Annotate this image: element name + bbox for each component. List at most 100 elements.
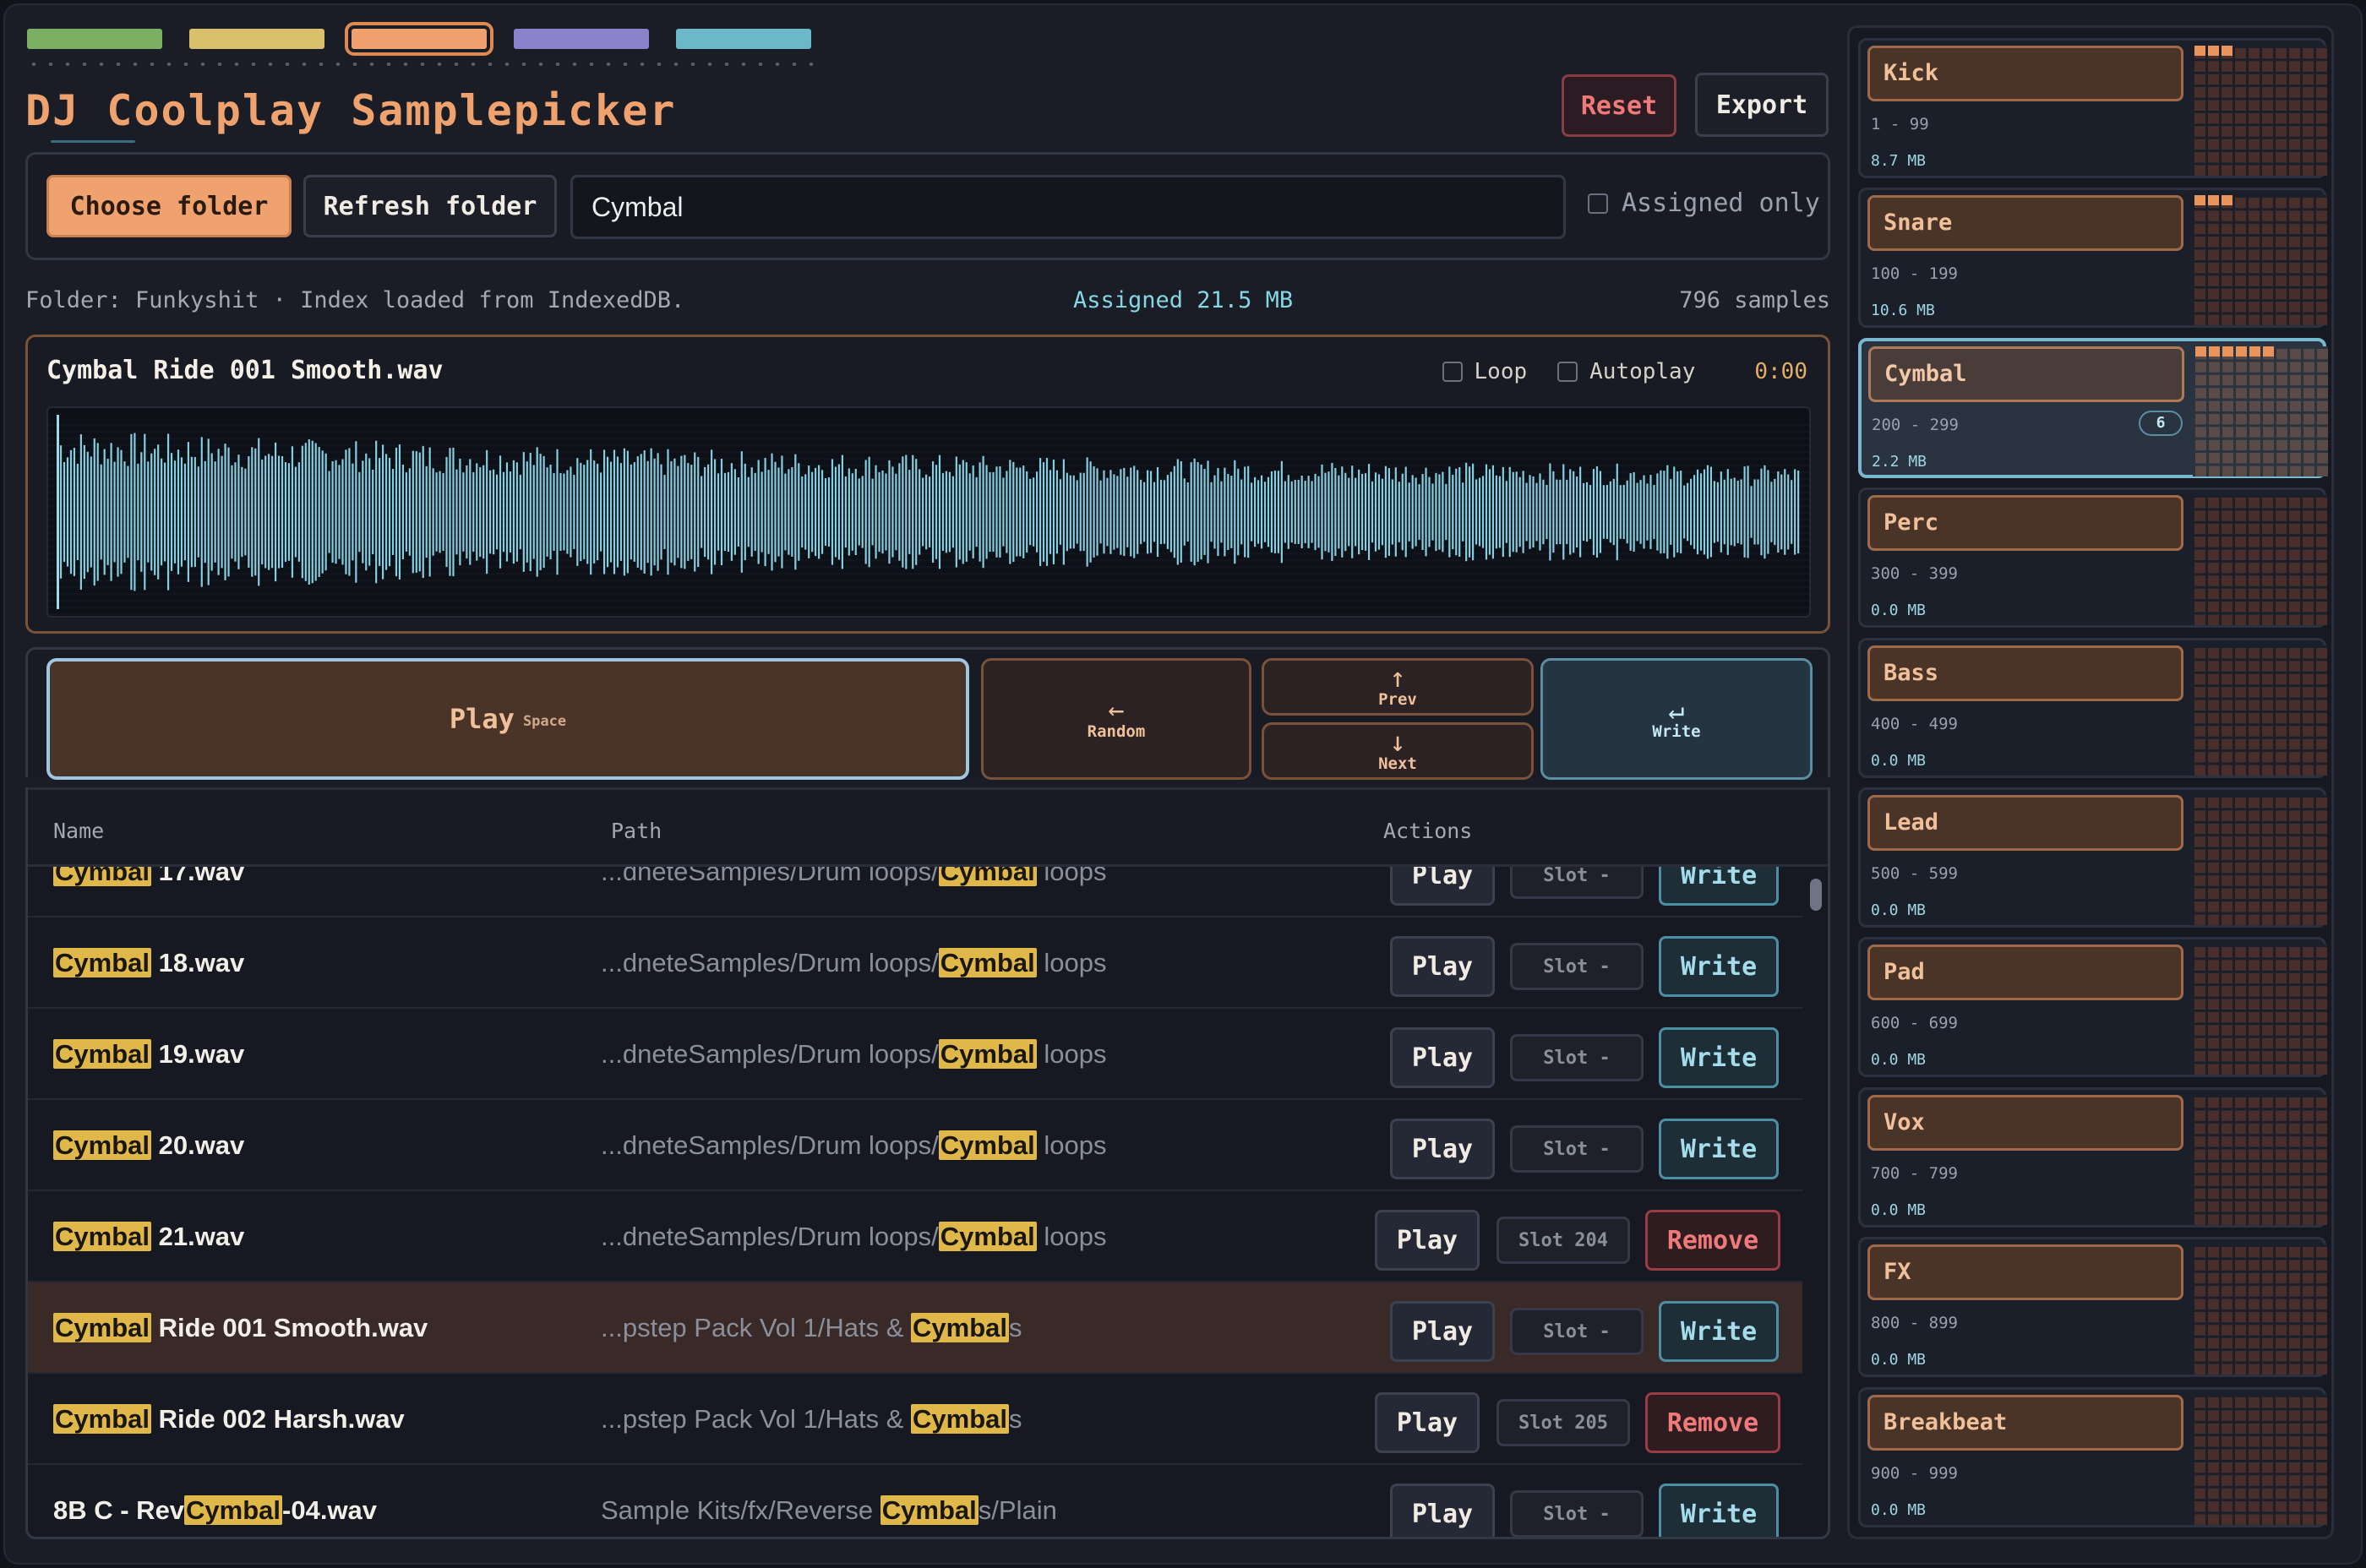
bank-perc[interactable]: Perc 300 - 399 0.0 MB xyxy=(1858,487,2327,629)
assigned-only-checkbox[interactable] xyxy=(1588,193,1608,214)
export-button[interactable]: Export xyxy=(1695,73,1829,137)
bank-snare[interactable]: Snare 100 - 199 10.6 MB xyxy=(1858,188,2327,329)
prev-button[interactable]: ↑ Prev xyxy=(1262,658,1534,716)
row-play-button[interactable]: Play xyxy=(1390,1027,1495,1088)
slot-button[interactable]: Slot 205 xyxy=(1496,1399,1630,1446)
slot-filled[interactable] xyxy=(2208,195,2219,206)
bank-slot-grid[interactable] xyxy=(2193,346,2328,476)
slot-filled[interactable] xyxy=(2236,346,2247,357)
search-input[interactable] xyxy=(570,175,1566,239)
bank-bass[interactable]: Bass 400 - 499 0.0 MB xyxy=(1858,637,2327,778)
slot-filled[interactable] xyxy=(2222,195,2232,206)
table-row[interactable]: Cymbal 17.wav ...dneteSamples/Drum loops/… xyxy=(28,867,1802,917)
loop-checkbox[interactable] xyxy=(1442,362,1463,382)
bank-slot-grid[interactable] xyxy=(2192,1394,2327,1525)
reset-button[interactable]: Reset xyxy=(1562,74,1676,137)
row-write-button[interactable]: Write xyxy=(1659,1027,1779,1088)
slot-filled[interactable] xyxy=(2222,46,2232,56)
bank-slot-grid[interactable] xyxy=(2192,195,2327,326)
refresh-folder-button[interactable]: Refresh folder xyxy=(303,175,557,237)
waveform[interactable] xyxy=(48,408,1809,616)
row-play-button[interactable]: Play xyxy=(1390,1301,1495,1362)
remove-button[interactable]: Remove xyxy=(1645,1210,1780,1271)
bank-label[interactable]: Lead xyxy=(1867,795,2183,851)
bank-slot-grid[interactable] xyxy=(2192,495,2327,626)
row-play-button[interactable]: Play xyxy=(1390,1484,1495,1537)
bank-pad[interactable]: Pad 600 - 699 0.0 MB xyxy=(1858,937,2327,1078)
column-header-name[interactable]: Name xyxy=(53,819,104,843)
slot-button[interactable]: Slot - xyxy=(1510,1308,1644,1355)
slot-filled[interactable] xyxy=(2222,346,2233,357)
scrollbar-thumb[interactable] xyxy=(1810,879,1822,911)
table-row[interactable]: Cymbal 18.wav ...dneteSamples/Drum loops/… xyxy=(28,917,1802,1009)
color-swatch[interactable] xyxy=(189,29,324,49)
bank-label[interactable]: Vox xyxy=(1867,1094,2183,1151)
row-write-button[interactable]: Write xyxy=(1659,1484,1779,1537)
table-row[interactable]: Cymbal 21.wav ...dneteSamples/Drum loops/… xyxy=(28,1191,1802,1282)
bank-fx[interactable]: FX 800 - 899 0.0 MB xyxy=(1858,1237,2327,1378)
row-write-button[interactable]: Write xyxy=(1659,1301,1779,1362)
slot-filled[interactable] xyxy=(2208,46,2219,56)
table-row[interactable]: Cymbal Ride 002 Harsh.wav ...pstep Pack V… xyxy=(28,1374,1802,1465)
slot-filled[interactable] xyxy=(2194,195,2205,206)
row-play-button[interactable]: Play xyxy=(1375,1392,1480,1453)
row-play-button[interactable]: Play xyxy=(1390,936,1495,997)
slot-filled[interactable] xyxy=(2195,346,2206,357)
slot-filled[interactable] xyxy=(2209,346,2220,357)
play-button[interactable]: Play Space xyxy=(46,658,969,780)
bank-slot-grid[interactable] xyxy=(2192,1244,2327,1375)
row-play-button[interactable]: Play xyxy=(1375,1210,1480,1271)
bank-vox[interactable]: Vox 700 - 799 0.0 MB xyxy=(1858,1086,2327,1228)
row-play-button[interactable]: Play xyxy=(1390,867,1495,906)
color-swatch[interactable] xyxy=(676,29,811,49)
next-button[interactable]: ↓ Next xyxy=(1262,722,1534,780)
autoplay-checkbox[interactable] xyxy=(1557,362,1578,382)
slot-filled[interactable] xyxy=(2249,346,2260,357)
bank-kick[interactable]: Kick 1 - 99 8.7 MB xyxy=(1858,38,2327,178)
bank-label[interactable]: Pad xyxy=(1867,945,2183,1001)
write-button[interactable]: ↵ Write xyxy=(1540,658,1813,780)
bank-slot-grid[interactable] xyxy=(2192,1094,2327,1225)
waveform-display[interactable] xyxy=(46,406,1811,618)
assigned-only-toggle[interactable]: Assigned only xyxy=(1588,188,1820,218)
random-button[interactable]: ← Random xyxy=(981,658,1251,780)
bank-slot-grid[interactable] xyxy=(2192,46,2327,176)
bank-slot-grid[interactable] xyxy=(2192,945,2327,1075)
bank-lead[interactable]: Lead 500 - 599 0.0 MB xyxy=(1858,787,2327,928)
row-write-button[interactable]: Write xyxy=(1659,1119,1779,1179)
table-row[interactable]: Cymbal Ride 001 Smooth.wav ...pstep Pack … xyxy=(28,1282,1802,1374)
column-header-path[interactable]: Path xyxy=(611,819,662,843)
table-row[interactable]: 8B C - RevCymbal-04.wav Sample Kits/fx/Re… xyxy=(28,1465,1802,1537)
bank-cymbal[interactable]: Cymbal 200 - 299 2.2 MB 6 xyxy=(1858,337,2328,478)
slot-button[interactable]: Slot - xyxy=(1510,1034,1644,1081)
row-write-button[interactable]: Write xyxy=(1659,867,1779,906)
bank-label[interactable]: Breakbeat xyxy=(1867,1394,2183,1451)
choose-folder-button[interactable]: Choose folder xyxy=(46,175,292,237)
row-write-button[interactable]: Write xyxy=(1659,936,1779,997)
slot-filled[interactable] xyxy=(2263,346,2274,357)
slot-button[interactable]: Slot - xyxy=(1510,1125,1644,1173)
table-row[interactable]: Cymbal 20.wav ...dneteSamples/Drum loops/… xyxy=(28,1100,1802,1191)
color-swatch[interactable] xyxy=(27,29,162,49)
bank-label[interactable]: Perc xyxy=(1867,495,2183,552)
bank-label[interactable]: Snare xyxy=(1867,195,2183,252)
row-play-button[interactable]: Play xyxy=(1390,1119,1495,1179)
slot-button[interactable]: Slot - xyxy=(1510,943,1644,990)
remove-button[interactable]: Remove xyxy=(1645,1392,1780,1453)
slot-button[interactable]: Slot - xyxy=(1510,867,1644,899)
slot-button[interactable]: Slot 204 xyxy=(1496,1217,1630,1264)
waveform-bar xyxy=(365,453,368,571)
table-row[interactable]: Cymbal 19.wav ...dneteSamples/Drum loops/… xyxy=(28,1009,1802,1100)
table-scrollbar[interactable] xyxy=(1806,875,1824,1534)
slot-filled[interactable] xyxy=(2194,46,2205,56)
color-swatch[interactable] xyxy=(514,29,649,49)
bank-label[interactable]: Cymbal xyxy=(1868,346,2184,402)
bank-label[interactable]: FX xyxy=(1867,1244,2183,1301)
color-swatch[interactable] xyxy=(345,22,493,56)
bank-slot-grid[interactable] xyxy=(2192,795,2327,925)
slot-button[interactable]: Slot - xyxy=(1510,1490,1644,1537)
bank-slot-grid[interactable] xyxy=(2192,645,2327,776)
bank-label[interactable]: Bass xyxy=(1867,645,2183,701)
bank-breakbeat[interactable]: Breakbeat 900 - 999 0.0 MB xyxy=(1858,1386,2327,1527)
bank-label[interactable]: Kick xyxy=(1867,46,2183,101)
